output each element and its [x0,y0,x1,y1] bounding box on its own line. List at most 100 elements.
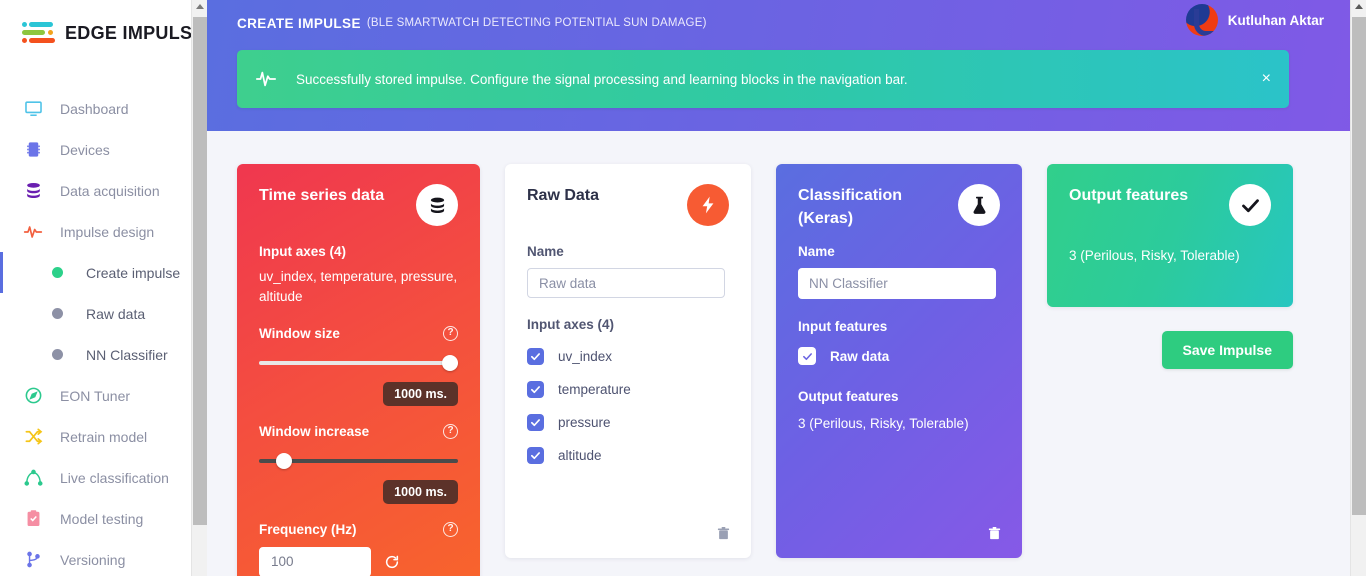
name-input[interactable]: NN Classifier [798,268,996,300]
slider-thumb[interactable] [442,354,458,371]
main-scrollbar-thumb[interactable] [1352,17,1366,515]
axis-checkbox-row[interactable]: pressure [527,414,729,431]
card-header: Classification (Keras) [776,164,1022,230]
refresh-icon[interactable] [384,554,400,570]
sidebar-item-label: Model testing [60,510,144,527]
sidebar-item-raw-data[interactable]: Raw data [0,293,207,334]
input-axes-label: Input axes (4) [259,244,347,259]
sidebar-item-label: Impulse design [60,223,155,240]
name-input[interactable]: Raw data [527,268,725,298]
card-header: Time series data [237,164,480,226]
window-increase-value-badge: 1000 ms. [383,479,458,504]
window-size-value-badge: 1000 ms. [383,381,458,406]
branch-icon [22,549,44,571]
delete-block-icon[interactable] [987,525,1002,542]
axis-checkbox-row[interactable]: uv_index [527,348,729,365]
input-axes-label: Input axes (4) [527,317,615,332]
shuffle-icon [22,426,44,448]
brand-logo[interactable]: EDGE IMPULSE [0,0,207,44]
success-banner: Successfully stored impulse. Configure t… [237,50,1289,108]
input-feature-label: Raw data [830,348,890,364]
app-root: EDGE IMPULSE Dashboard Devices Data acqu… [0,0,1366,576]
dot-gray-icon [52,308,63,319]
chip-icon [22,139,44,161]
window-size-label: Window size [259,325,340,341]
frequency-controls [259,546,458,576]
brand-name: EDGE IMPULSE [65,22,205,43]
clipboard-check-icon [22,508,44,530]
impulse-blocks: Time series data Input axes (4) uv_index… [207,131,1366,576]
user-name: Kutluhan Aktar [1227,12,1324,28]
window-size-slider[interactable] [259,353,458,373]
input-feature-row[interactable]: Raw data [798,347,1000,366]
main-content: CREATE IMPULSE (BLE SMARTWATCH DETECTING… [207,0,1366,576]
sidebar-scrollbar[interactable] [191,0,207,576]
input-axes-value: uv_index, temperature, pressure, altitud… [259,269,458,305]
sidebar-item-retrain-model[interactable]: Retrain model [0,416,207,457]
sidebar-item-label: Dashboard [60,100,129,117]
sidebar-scrollbar-thumb[interactable] [193,17,207,525]
sidebar-item-live-classification[interactable]: Live classification [0,457,207,498]
slider-thumb[interactable] [276,452,292,469]
page-subtitle: (BLE SMARTWATCH DETECTING POTENTIAL SUN … [366,17,707,29]
help-icon[interactable]: ? [443,325,458,341]
sidebar-item-label: Retrain model [60,428,148,445]
user-menu[interactable]: Kutluhan Aktar [1185,4,1324,36]
raw-data-card: Raw Data Name Raw data Input axes (4) uv… [505,164,751,558]
scroll-up-arrow-icon[interactable] [1355,4,1363,9]
checkbox-uv-index[interactable] [527,348,544,365]
frequency-input[interactable] [259,546,371,576]
axis-checkbox-row[interactable]: temperature [527,381,729,398]
bolt-icon [687,184,729,226]
axis-label: uv_index [558,349,613,364]
sidebar-item-devices[interactable]: Devices [0,129,207,170]
pulse-icon [22,221,44,243]
network-icon [22,467,44,489]
checkbox-pressure[interactable] [527,414,544,431]
main-scrollbar[interactable] [1350,0,1366,576]
database-icon [416,184,458,226]
help-icon[interactable]: ? [443,423,458,439]
close-icon[interactable]: × [1262,71,1271,87]
card-title: Output features [1069,187,1189,204]
dot-gray-icon [52,349,63,360]
output-features-label: Output features [798,389,899,405]
monitor-icon [22,98,44,120]
sidebar-item-nn-classifier[interactable]: NN Classifier [0,334,207,375]
help-icon[interactable]: ? [443,521,458,537]
axis-label: altitude [558,448,602,463]
sidebar-item-label: EON Tuner [60,387,131,404]
sidebar-item-label: NN Classifier [86,346,168,363]
sidebar: EDGE IMPULSE Dashboard Devices Data acqu… [0,0,207,576]
checkbox-temperature[interactable] [527,381,544,398]
save-impulse-button[interactable]: Save Impulse [1161,331,1293,369]
sidebar-item-dashboard[interactable]: Dashboard [0,88,207,129]
window-increase-row: Window increase ? [259,423,458,439]
sidebar-item-create-impulse[interactable]: Create impulse [0,252,207,293]
axis-checkbox-row[interactable]: altitude [527,447,729,464]
sidebar-item-versioning[interactable]: Versioning [0,539,207,576]
classification-keras-card: Classification (Keras) Name NN Classifie… [776,164,1022,558]
input-features-label: Input features [798,319,888,335]
compass-icon [22,385,44,407]
dot-green-icon [52,267,63,278]
delete-block-icon[interactable] [716,525,731,542]
sidebar-item-model-testing[interactable]: Model testing [0,498,207,539]
scroll-up-arrow-icon[interactable] [196,4,204,9]
time-series-data-card: Time series data Input axes (4) uv_index… [237,164,480,576]
frequency-row: Frequency (Hz) ? [259,521,458,537]
database-icon [22,180,44,202]
sidebar-item-data-acquisition[interactable]: Data acquisition [0,170,207,211]
output-column: Output features 3 (Perilous, Risky, Tole… [1047,164,1293,369]
checkbox-raw-data[interactable] [798,347,816,366]
window-increase-slider[interactable] [259,451,458,471]
sidebar-nav: Dashboard Devices Data acquisition Impul… [0,88,207,576]
card-body: Name NN Classifier Input features Raw da… [776,230,1022,431]
sidebar-item-label: Versioning [60,551,126,568]
card-header: Raw Data [505,164,751,226]
sidebar-item-impulse-design[interactable]: Impulse design [0,211,207,252]
sidebar-item-label: Raw data [86,305,146,322]
sidebar-item-eon-tuner[interactable]: EON Tuner [0,375,207,416]
checkbox-altitude[interactable] [527,447,544,464]
avatar [1185,4,1218,36]
